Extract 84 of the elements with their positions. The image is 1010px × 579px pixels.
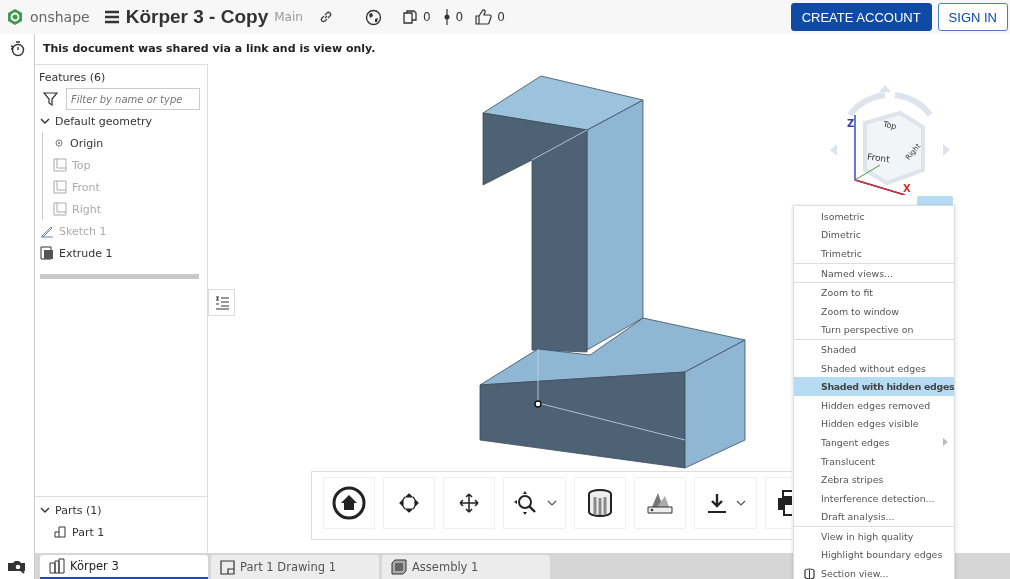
cube-face-label[interactable]: Top <box>882 119 898 132</box>
counter[interactable]: 0 <box>475 9 505 25</box>
scrollbar[interactable] <box>40 274 199 279</box>
origin-icon <box>53 137 65 149</box>
menu-item[interactable]: Interference detection... <box>794 488 954 508</box>
feature-item[interactable]: Origin <box>43 132 207 154</box>
document-tab[interactable]: Part 1 Drawing 1 <box>211 555 379 579</box>
search-view-icon[interactable] <box>7 559 27 575</box>
menu-item[interactable]: Highlight boundary edges <box>794 545 954 565</box>
logo-icon <box>6 8 24 26</box>
document-tab[interactable]: Körper 3 <box>40 555 208 579</box>
caret-icon[interactable] <box>546 500 557 506</box>
branch-label: Main <box>274 10 303 24</box>
move-icon <box>458 492 480 514</box>
submenu-arrow-icon <box>943 438 948 447</box>
view-only-notice: This document was shared via a link and is view only. <box>42 41 377 57</box>
part-icon <box>53 525 67 539</box>
document-title: Körper 3 - Copy <box>125 6 269 28</box>
create-account-button[interactable]: CREATE ACCOUNT <box>790 3 932 31</box>
menu-item[interactable]: Trimetric <box>794 244 954 263</box>
logo-text: onshape <box>30 9 90 25</box>
panel-toggle-button[interactable] <box>208 289 235 316</box>
link-icon[interactable] <box>318 10 333 24</box>
part-studio-icon <box>49 558 65 574</box>
features-title: Features (6) <box>38 70 107 86</box>
pencil-icon <box>40 224 54 238</box>
menu-item[interactable]: Translucent <box>794 451 954 471</box>
menu-item[interactable]: Zebra stripes <box>794 470 954 489</box>
caret-icon[interactable] <box>40 117 50 125</box>
toolbar-button[interactable] <box>574 477 626 529</box>
menu-item[interactable]: Section view... <box>794 564 954 579</box>
timer-icon[interactable] <box>8 40 26 57</box>
sign-in-button[interactable]: SIGN IN <box>937 3 1008 31</box>
toolbar-button[interactable] <box>503 477 566 529</box>
plane-icon <box>53 180 67 194</box>
menu-item[interactable]: Shaded with hidden edges <box>794 377 954 396</box>
extrude-icon <box>40 246 54 260</box>
filter-field[interactable]: Filter by name or type <box>66 88 200 110</box>
menu-item[interactable]: Tangent edges <box>794 433 954 452</box>
plane-icon <box>53 158 67 172</box>
counter[interactable]: 0 <box>442 9 464 25</box>
menu-item[interactable]: Zoom to window <box>794 301 954 321</box>
toolbar-button[interactable] <box>443 477 495 529</box>
version-icon <box>442 9 451 25</box>
cylinder-icon <box>587 488 613 518</box>
part-item[interactable]: Part 1 <box>35 521 207 543</box>
menu-item[interactable]: Draft analysis... <box>794 507 954 527</box>
feature-item[interactable]: Default geometry <box>35 110 207 132</box>
menu-item[interactable]: Isometric <box>794 207 954 226</box>
feature-item[interactable]: Extrude 1 <box>35 242 207 264</box>
cube-face-label[interactable]: Front <box>866 151 891 165</box>
menu-item[interactable]: Hidden edges removed <box>794 395 954 415</box>
menu-item[interactable]: View in high quality <box>794 527 954 546</box>
globe-icon[interactable] <box>364 8 382 26</box>
menu-icon[interactable] <box>103 10 120 24</box>
rotate-icon <box>398 492 420 514</box>
axis-label: X <box>903 183 911 194</box>
plane-icon <box>53 202 67 216</box>
caret-icon[interactable] <box>735 500 746 506</box>
counter[interactable]: 0 <box>401 9 431 25</box>
color-swatch-icon <box>646 491 674 515</box>
list-icon <box>214 295 229 310</box>
drawing-icon <box>220 559 235 575</box>
download-icon <box>705 492 728 514</box>
menu-item[interactable]: Shaded <box>794 340 954 359</box>
copy-icon <box>401 9 418 25</box>
menu-item[interactable]: Turn perspective on <box>794 320 954 340</box>
menu-item[interactable]: Dimetric <box>794 225 954 245</box>
document-tab[interactable]: Assembly 1 <box>382 555 550 579</box>
axis-label: Z <box>847 118 855 129</box>
menu-item[interactable]: Zoom to fit <box>794 283 954 302</box>
filter-icon[interactable] <box>43 92 58 106</box>
home-icon <box>332 486 366 520</box>
toolbar-button[interactable] <box>694 477 757 529</box>
thumbs-up-icon <box>475 9 493 25</box>
menu-item[interactable]: Shaded without edges <box>794 358 954 378</box>
assembly-icon <box>391 559 407 575</box>
parts-title[interactable]: Parts (1) <box>35 499 207 521</box>
caret-icon[interactable] <box>40 506 50 514</box>
toolbar-button[interactable] <box>383 477 435 529</box>
menu-item[interactable]: Named views... <box>794 263 954 283</box>
toolbar-button[interactable] <box>323 477 375 529</box>
menu-item[interactable]: Hidden edges visible <box>794 414 954 434</box>
section-view-icon <box>803 567 816 579</box>
